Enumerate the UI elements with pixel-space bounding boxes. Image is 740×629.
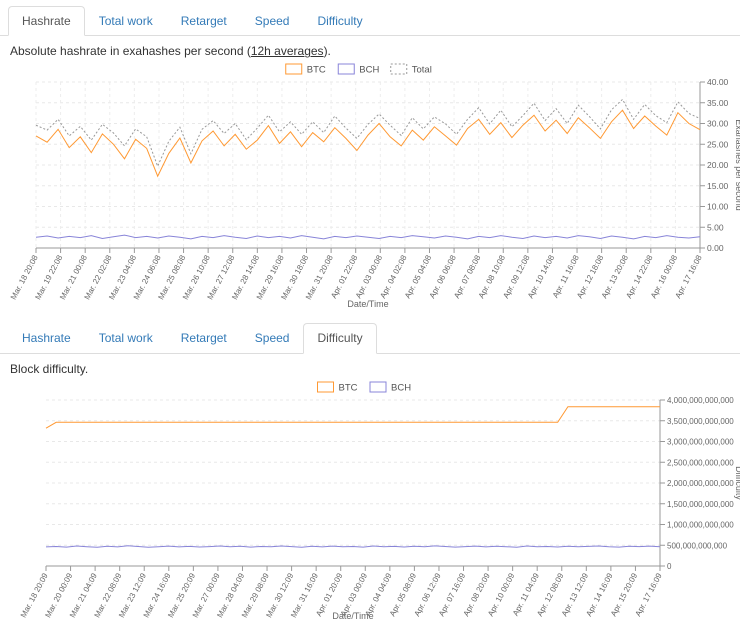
legend-item-BCH: BCH (337, 63, 379, 76)
series-line-Total (35, 98, 701, 168)
tab-difficulty[interactable]: Difficulty (303, 6, 376, 36)
y-tick-label: 3,500,000,000,000 (667, 417, 734, 426)
y-tick-label: 5.00 (707, 223, 724, 233)
legend-label: BCH (391, 382, 411, 393)
tab-retarget[interactable]: Retarget (167, 6, 241, 36)
legend-swatch-BCH (337, 63, 355, 75)
y-tick-label: 35.00 (707, 98, 729, 108)
hashrate-panel-tab-bar: Hashrate Total work Retarget Speed Diffi… (0, 0, 740, 37)
legend-label: BTC (307, 65, 326, 76)
x-tick-label: Apr. 17 16:09 (633, 571, 664, 618)
y-tick-label: 1,000,000,000,000 (667, 520, 734, 529)
difficulty-chart: 0 500,000,000,000 1,000,000,000,000 1,500,0… (0, 378, 740, 629)
difficulty-description: Block difficulty. (10, 362, 740, 376)
x-tick-label: Apr. 17 16:08 (673, 254, 704, 301)
difficulty-description-text: Block difficulty. (10, 361, 89, 376)
tab-speed[interactable]: Speed (241, 6, 304, 36)
tab2-speed[interactable]: Speed (241, 323, 304, 353)
hashrate-description: Absolute hashrate in exahashes per secon… (10, 44, 740, 58)
legend-swatch-BCH (369, 381, 387, 393)
hashrate-svg: 0.00 5.00 10.00 15.00 20.00 25.00 30.00 35.00 40… (9, 63, 740, 309)
legend-item-BCH: BCH (369, 381, 411, 393)
x-axis-title: Date/Time (347, 299, 388, 309)
y-tick-label: 2,000,000,000,000 (667, 479, 734, 488)
y-tick-label: 500,000,000,000 (667, 541, 728, 550)
hashrate-description-text: Absolute hashrate in exahashes per secon… (10, 44, 251, 59)
hashrate-description-suffix: ). (323, 44, 331, 59)
tab2-retarget[interactable]: Retarget (167, 323, 241, 353)
y-axis-title: Exahashes per second (734, 120, 740, 212)
legend-label: BTC (339, 382, 358, 393)
y-tick-label: 3,000,000,000,000 (667, 437, 734, 446)
tab-total-work[interactable]: Total work (85, 6, 167, 36)
y-tick-label: 25.00 (707, 140, 729, 150)
legend-label: Total (412, 65, 432, 76)
legend-item-BTC: BTC (285, 63, 326, 76)
hashrate-chart: 0.00 5.00 10.00 15.00 20.00 25.00 30.00 35.00 40… (0, 60, 740, 317)
tab2-total-work[interactable]: Total work (85, 323, 167, 353)
series-line-BCH (45, 545, 661, 548)
y-tick-label: 20.00 (707, 160, 729, 170)
difficulty-svg: 0 500,000,000,000 1,000,000,000,000 1,500,0… (19, 381, 740, 621)
tab-hashrate[interactable]: Hashrate (8, 6, 85, 37)
series-line-BTC (35, 109, 701, 178)
x-axis-title: Date/Time (332, 611, 373, 621)
y-axis-title: Difficulty (734, 466, 740, 500)
series-line-BTC (45, 405, 660, 429)
legend-swatch-BTC (285, 63, 303, 75)
legend-item-Total: Total (390, 63, 432, 76)
y-tick-label: 0 (667, 562, 672, 571)
y-tick-label: 4,000,000,000,000 (667, 396, 734, 405)
y-tick-label: 30.00 (707, 119, 729, 129)
y-tick-label: 1,500,000,000,000 (667, 500, 734, 509)
series-line-BCH (35, 234, 701, 240)
legend-swatch-BTC (317, 381, 334, 393)
y-tick-label: 0.00 (707, 243, 724, 253)
y-tick-label: 10.00 (707, 202, 729, 212)
y-tick-label: 40.00 (707, 77, 729, 87)
legend-label: BCH (359, 65, 379, 76)
legend-item-BTC: BTC (317, 381, 358, 393)
tab2-difficulty[interactable]: Difficulty (303, 323, 377, 354)
averages-link[interactable]: 12h averages (251, 44, 324, 58)
y-tick-label: 15.00 (707, 181, 729, 191)
y-tick-label: 2,500,000,000,000 (667, 458, 734, 467)
legend-swatch-Total (390, 63, 408, 75)
difficulty-panel-tab-bar: Hashrate Total work Retarget Speed Diffi… (0, 317, 740, 354)
tab2-hashrate[interactable]: Hashrate (8, 323, 85, 353)
